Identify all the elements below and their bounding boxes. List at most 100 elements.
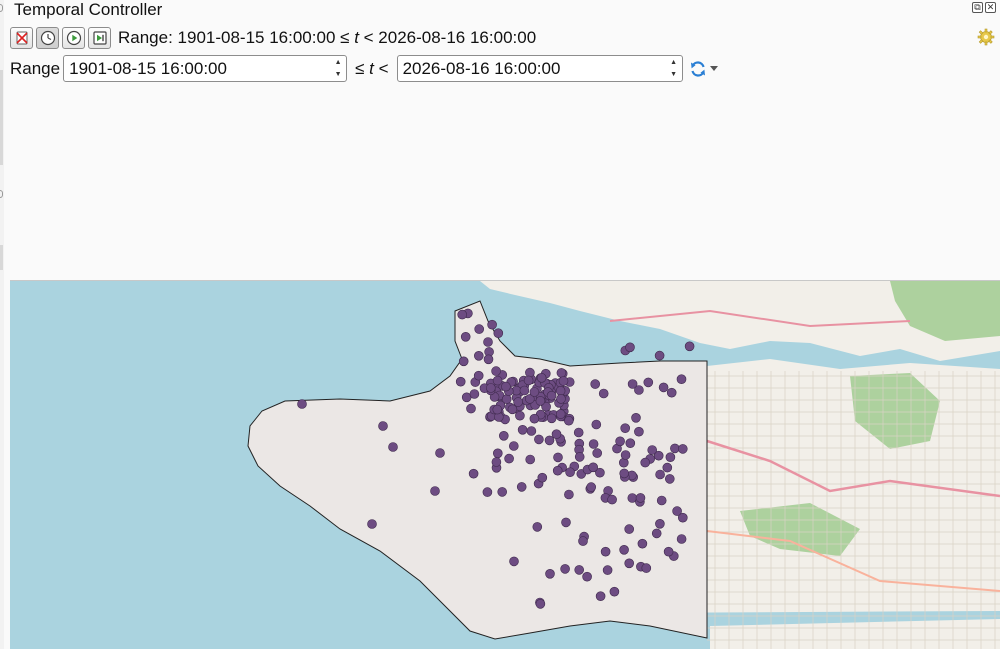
point-marker[interactable] — [474, 324, 485, 334]
point-marker[interactable] — [640, 457, 651, 468]
point-marker[interactable] — [504, 453, 514, 464]
point-marker[interactable] — [535, 396, 546, 406]
point-marker[interactable] — [655, 469, 665, 480]
point-marker[interactable] — [546, 413, 557, 424]
point-marker[interactable] — [666, 387, 677, 398]
close-icon[interactable]: ✕ — [985, 2, 996, 13]
point-marker[interactable] — [620, 450, 631, 460]
point-marker[interactable] — [458, 356, 469, 367]
point-marker[interactable] — [534, 434, 544, 445]
set-range-button[interactable] — [689, 60, 718, 78]
point-marker[interactable] — [501, 381, 511, 392]
point-marker[interactable] — [525, 454, 536, 465]
point-marker[interactable] — [677, 444, 688, 454]
point-marker[interactable] — [655, 519, 665, 529]
point-marker[interactable] — [455, 376, 466, 387]
point-marker[interactable] — [491, 457, 502, 467]
point-marker[interactable] — [553, 452, 563, 463]
point-marker[interactable] — [574, 452, 585, 462]
point-marker[interactable] — [651, 528, 662, 539]
point-marker[interactable] — [600, 546, 611, 557]
point-marker[interactable] — [665, 452, 676, 462]
point-marker[interactable] — [485, 383, 496, 393]
point-marker[interactable] — [519, 385, 530, 396]
point-marker[interactable] — [466, 403, 476, 414]
spin-down-icon[interactable]: ▼ — [670, 70, 677, 79]
float-icon[interactable]: ⧉ — [972, 2, 983, 13]
point-marker[interactable] — [574, 565, 585, 575]
point-marker[interactable] — [497, 487, 508, 497]
point-marker[interactable] — [595, 591, 606, 602]
point-marker[interactable] — [525, 367, 535, 378]
point-marker[interactable] — [556, 394, 566, 404]
point-marker[interactable] — [491, 366, 501, 376]
point-marker[interactable] — [573, 427, 584, 438]
point-marker[interactable] — [483, 337, 493, 347]
point-marker[interactable] — [492, 375, 503, 386]
spin-up-icon[interactable]: ▲ — [670, 58, 677, 67]
point-marker[interactable] — [469, 389, 480, 399]
range-start-spinner[interactable]: ▲ ▼ — [332, 58, 344, 79]
point-marker[interactable] — [558, 376, 569, 386]
point-marker[interactable] — [482, 487, 493, 497]
point-marker[interactable] — [552, 465, 563, 476]
point-marker[interactable] — [598, 388, 609, 399]
point-marker[interactable] — [634, 385, 644, 395]
point-marker[interactable] — [624, 558, 635, 569]
point-marker[interactable] — [560, 564, 570, 574]
point-marker[interactable] — [590, 379, 601, 389]
point-marker[interactable] — [492, 404, 503, 415]
point-marker[interactable] — [591, 419, 602, 430]
animated-navigation-button[interactable] — [62, 27, 85, 49]
point-marker[interactable] — [526, 426, 537, 436]
point-marker[interactable] — [658, 382, 669, 393]
point-marker[interactable] — [684, 341, 695, 352]
point-marker[interactable] — [565, 467, 575, 477]
point-marker[interactable] — [473, 370, 484, 381]
point-marker[interactable] — [641, 563, 652, 573]
point-marker[interactable] — [544, 435, 555, 446]
gear-icon[interactable] — [977, 28, 995, 46]
point-marker[interactable] — [676, 534, 687, 544]
point-marker[interactable] — [378, 421, 388, 431]
point-marker[interactable] — [487, 319, 497, 330]
spin-up-icon[interactable]: ▲ — [335, 58, 342, 67]
point-marker[interactable] — [367, 519, 377, 529]
point-marker[interactable] — [517, 425, 528, 435]
point-marker[interactable] — [435, 448, 445, 458]
point-marker[interactable] — [637, 538, 648, 549]
point-marker[interactable] — [578, 536, 588, 546]
point-marker[interactable] — [634, 426, 644, 437]
point-marker[interactable] — [297, 399, 307, 409]
temporal-navigation-off-button[interactable] — [10, 27, 33, 49]
point-marker[interactable] — [457, 309, 468, 320]
map-canvas[interactable] — [10, 280, 1000, 649]
point-marker[interactable] — [588, 462, 599, 473]
point-marker[interactable] — [546, 390, 557, 401]
point-marker[interactable] — [561, 517, 571, 528]
point-marker[interactable] — [635, 493, 646, 503]
point-marker[interactable] — [468, 468, 479, 479]
map-view[interactable] — [10, 281, 1000, 649]
point-marker[interactable] — [631, 413, 641, 423]
point-marker[interactable] — [545, 568, 555, 579]
point-marker[interactable] — [564, 489, 574, 500]
point-marker[interactable] — [516, 482, 527, 492]
point-marker[interactable] — [473, 351, 484, 361]
point-marker[interactable] — [509, 556, 519, 567]
range-start-field[interactable]: ▲▼ — [63, 55, 348, 82]
range-start-input[interactable] — [64, 56, 329, 81]
point-marker[interactable] — [619, 544, 629, 555]
point-marker[interactable] — [498, 431, 509, 441]
point-marker[interactable] — [620, 423, 631, 433]
point-marker[interactable] — [555, 386, 566, 396]
range-end-field[interactable]: ▲▼ — [396, 55, 683, 82]
point-marker[interactable] — [535, 599, 546, 609]
point-marker[interactable] — [588, 439, 599, 449]
point-marker[interactable] — [523, 375, 534, 386]
point-marker[interactable] — [619, 468, 630, 479]
point-marker[interactable] — [607, 494, 617, 505]
point-marker[interactable] — [536, 373, 547, 383]
fixed-range-button[interactable] — [36, 27, 59, 49]
point-marker[interactable] — [609, 586, 620, 597]
